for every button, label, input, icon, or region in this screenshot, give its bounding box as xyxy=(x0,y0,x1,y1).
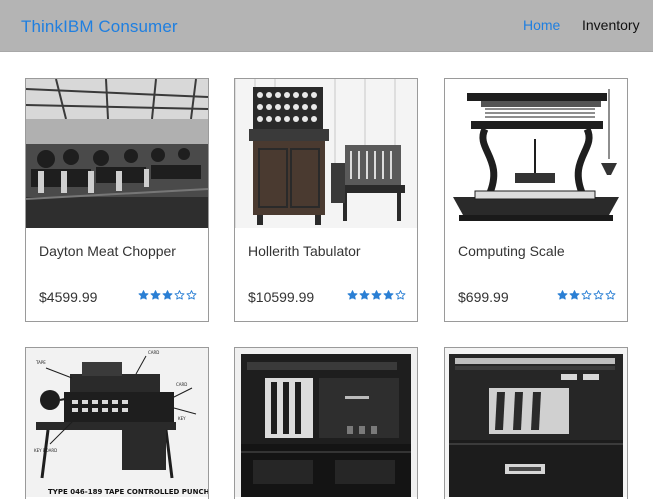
star-filled-icon xyxy=(150,290,161,300)
product-card[interactable]: Dayton Meat Chopper $4599.99 xyxy=(25,78,209,322)
product-rating xyxy=(347,289,406,301)
product-image-collator[interactable] xyxy=(445,348,627,497)
product-rating xyxy=(138,289,197,301)
svg-text:KEY: KEY xyxy=(178,416,186,421)
star-filled-icon xyxy=(569,290,580,300)
star-empty-icon xyxy=(581,290,592,300)
star-empty-icon xyxy=(174,290,185,300)
star-filled-icon xyxy=(138,290,149,300)
nav-inventory-link[interactable]: Inventory xyxy=(582,17,640,33)
svg-text:CARD: CARD xyxy=(176,382,187,387)
brand-link[interactable]: ThinkIBM Consumer xyxy=(21,17,178,37)
star-filled-icon xyxy=(347,290,358,300)
product-card[interactable]: Hollerith Tabulator $10599.99 xyxy=(234,78,418,322)
image-caption: TYPE 046-189 TAPE CONTROLLED PUNCH xyxy=(48,488,208,496)
star-empty-icon xyxy=(395,290,406,300)
star-filled-icon xyxy=(162,290,173,300)
star-filled-icon xyxy=(359,290,370,300)
product-rating xyxy=(557,289,616,301)
product-image-scale[interactable] xyxy=(445,79,627,228)
product-image-factory[interactable] xyxy=(26,79,208,228)
product-image-punch-card-machine[interactable] xyxy=(235,348,417,497)
nav-home-link[interactable]: Home xyxy=(523,17,560,33)
product-title[interactable]: Computing Scale xyxy=(458,243,565,259)
star-empty-icon xyxy=(605,290,616,300)
product-card[interactable] xyxy=(444,347,628,499)
top-navbar: ThinkIBM Consumer Home Inventory xyxy=(0,0,653,52)
product-card[interactable]: Computing Scale $699.99 xyxy=(444,78,628,322)
svg-text:TAPE: TAPE xyxy=(35,360,46,365)
product-price: $10599.99 xyxy=(248,289,315,305)
svg-text:KEY BOARD: KEY BOARD xyxy=(34,448,57,453)
star-empty-icon xyxy=(593,290,604,300)
svg-text:CARD: CARD xyxy=(148,350,159,355)
product-title[interactable]: Hollerith Tabulator xyxy=(248,243,361,259)
product-card[interactable] xyxy=(234,347,418,499)
star-filled-icon xyxy=(557,290,568,300)
star-filled-icon xyxy=(383,290,394,300)
star-empty-icon xyxy=(186,290,197,300)
star-filled-icon xyxy=(371,290,382,300)
product-price: $4599.99 xyxy=(39,289,98,305)
product-title[interactable]: Dayton Meat Chopper xyxy=(39,243,176,259)
product-image-tabulator[interactable] xyxy=(235,79,417,228)
product-price: $699.99 xyxy=(458,289,509,305)
product-image-tape-punch[interactable]: TAPE CARD CARD KEY KEY BOARD TYPE 046-189 … xyxy=(26,348,208,497)
product-card[interactable]: TAPE CARD CARD KEY KEY BOARD TYPE 046-189 … xyxy=(25,347,209,499)
